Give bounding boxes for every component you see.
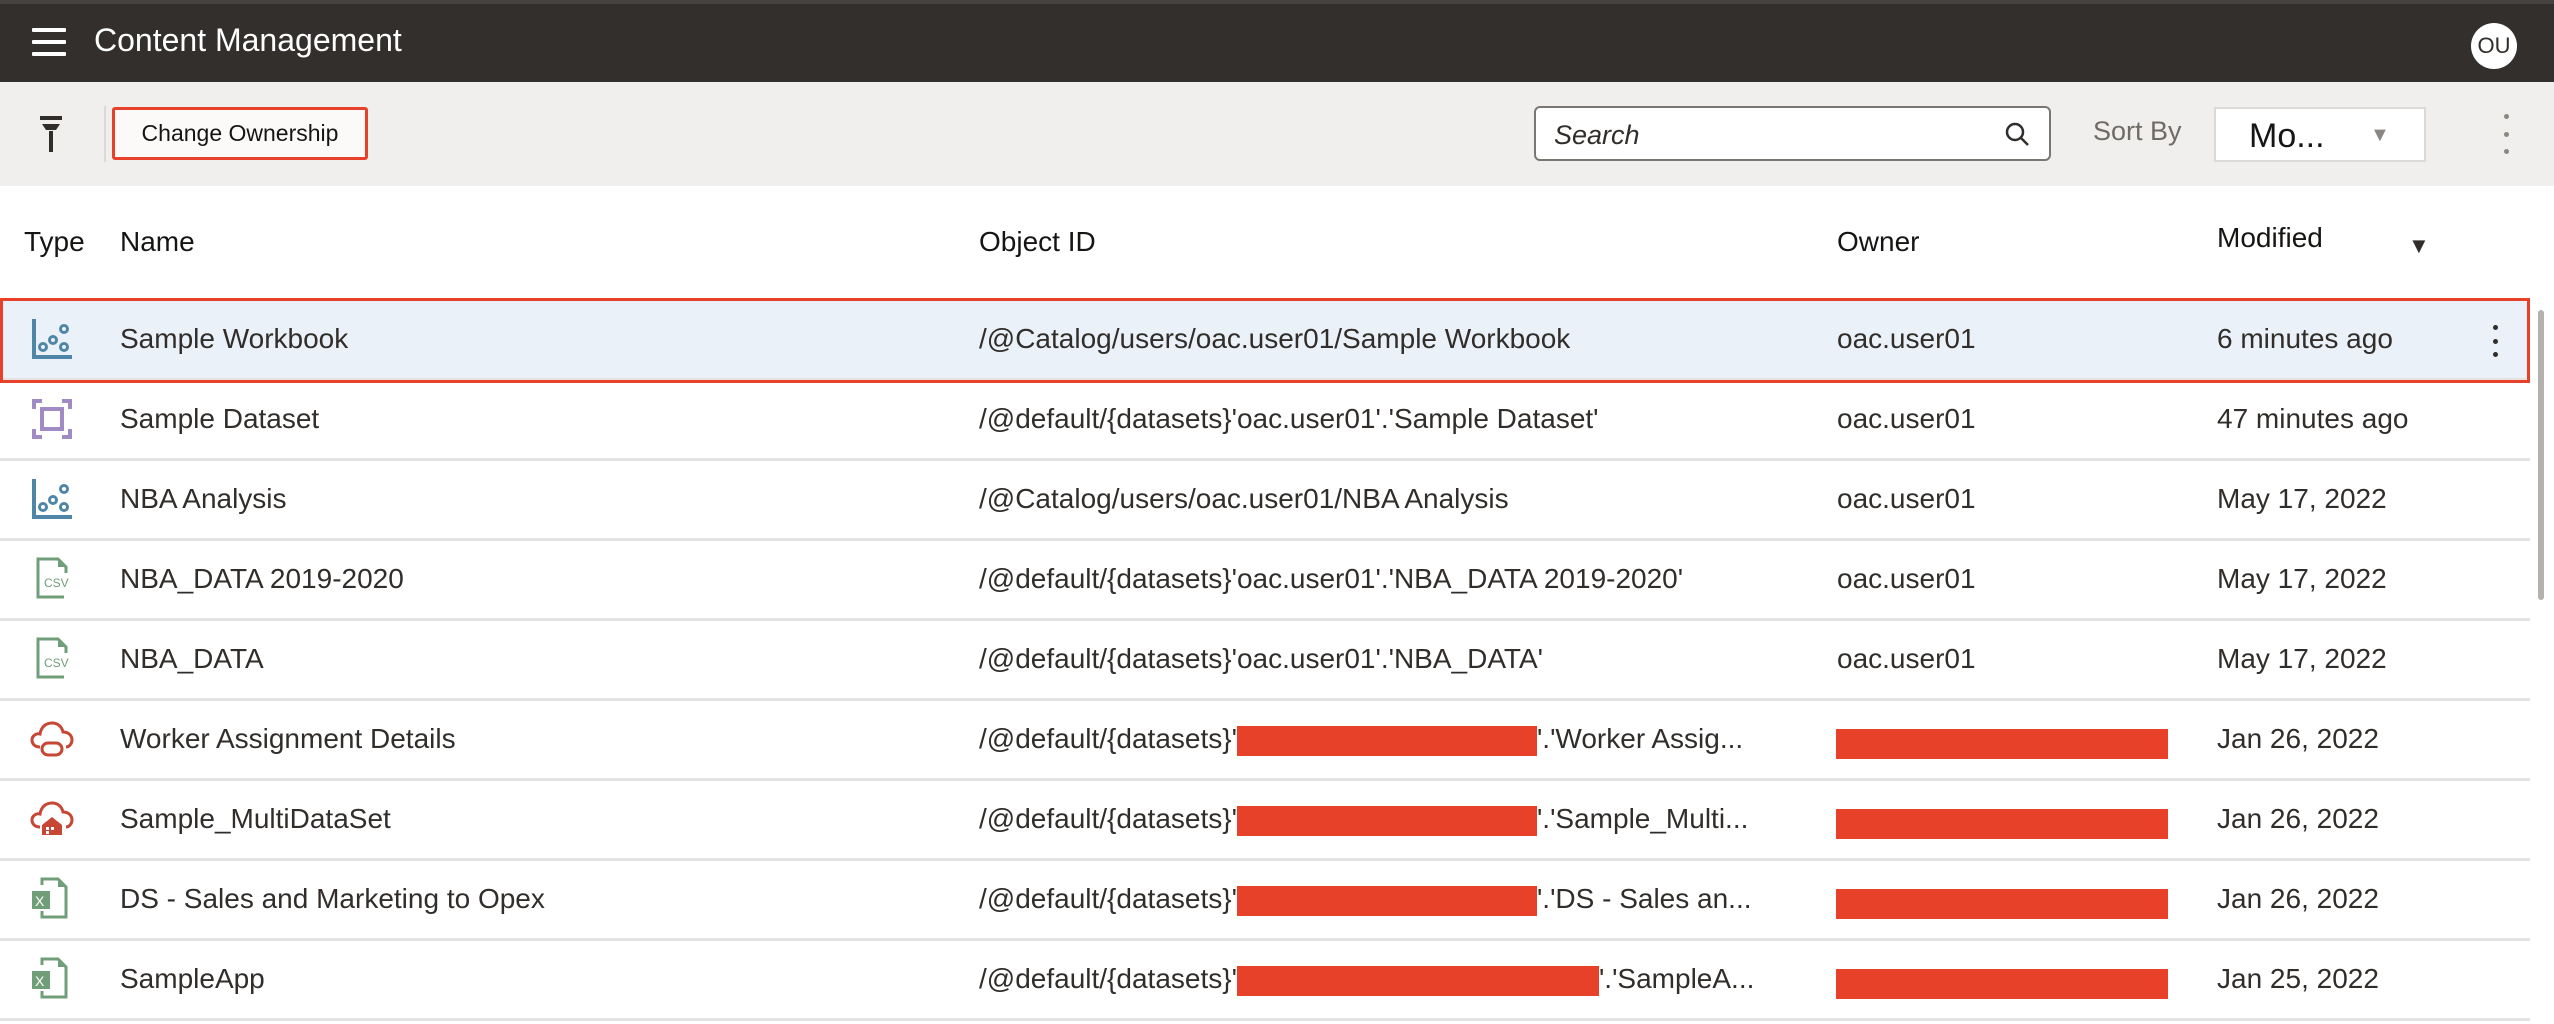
sort-descending-icon[interactable]: ▼ <box>2408 233 2430 259</box>
object-id-prefix: /@default/{datasets}' <box>979 883 1237 914</box>
object-id-prefix: /@default/{datasets}' <box>979 723 1237 754</box>
redaction-bar <box>1236 805 1537 836</box>
vertical-scrollbar[interactable] <box>2538 310 2544 600</box>
sort-by-value: Mo... <box>2249 117 2325 155</box>
page-title: Content Management <box>94 22 402 58</box>
svg-text:CSV: CSV <box>44 576 69 590</box>
hamburger-menu-icon[interactable] <box>32 28 66 56</box>
chevron-down-icon: ▼ <box>2370 124 2390 146</box>
table-row[interactable]: Worker Assignment Details /@default/{data… <box>0 701 2530 781</box>
table-row[interactable]: X DS - Sales and Marketing to Opex /@defau… <box>0 861 2530 941</box>
name-cell[interactable]: NBA Analysis <box>120 483 287 515</box>
object-id-cell: /@default/{datasets}'oac.user01'.'NBA_DA… <box>979 563 1684 594</box>
excel-file-icon: X <box>30 957 74 1001</box>
owner-cell <box>1836 726 2168 759</box>
object-id-suffix: '.'SampleA... <box>1598 963 1755 994</box>
redaction-bar <box>1836 888 2168 919</box>
column-header-object-id[interactable]: Object ID <box>979 226 1096 258</box>
redaction-bar <box>1836 968 2168 999</box>
redaction-bar <box>1236 725 1537 756</box>
dataset-icon <box>30 397 74 441</box>
modified-cell: 47 minutes ago <box>2217 403 2409 434</box>
modified-cell: Jan 26, 2022 <box>2217 803 2379 834</box>
modified-cell: Jan 26, 2022 <box>2217 723 2379 754</box>
redaction-bar <box>1836 808 2168 839</box>
owner-cell: oac.user01 <box>1837 403 1976 434</box>
csv-file-icon: CSV <box>30 637 74 681</box>
table-row[interactable]: Sample Dataset /@default/{datasets}'oac.u… <box>0 381 2530 461</box>
modified-cell: 6 minutes ago <box>2217 323 2393 354</box>
object-id-cell: /@Catalog/users/oac.user01/NBA Analysis <box>979 483 1509 514</box>
owner-cell: oac.user01 <box>1837 323 1976 354</box>
table-row[interactable]: CSV NBA_DATA /@default/{datasets}'oac.user… <box>0 621 2530 701</box>
column-header-owner[interactable]: Owner <box>1837 226 1919 258</box>
owner-cell <box>1836 806 2168 839</box>
object-id-cell: /@default/{datasets}' '.'Worker Assig... <box>979 723 1743 756</box>
redaction-bar <box>1236 885 1537 916</box>
object-id-cell: /@default/{datasets}' '.'DS - Sales an... <box>979 883 1752 916</box>
content-table: Sample Workbook /@Catalog/users/oac.user0… <box>0 301 2530 1021</box>
owner-cell: oac.user01 <box>1837 643 1976 674</box>
svg-text:X: X <box>35 893 45 909</box>
name-cell[interactable]: SampleApp <box>120 963 265 995</box>
object-id-cell: /@default/{datasets}'oac.user01'.'NBA_DA… <box>979 643 1543 674</box>
search-input[interactable] <box>1552 116 1986 154</box>
toolbar: Change Ownership Sort By Mo... ▼ <box>0 82 2554 186</box>
search-box[interactable] <box>1534 106 2051 161</box>
toolbar-divider <box>104 106 106 162</box>
name-cell[interactable]: NBA_DATA <box>120 643 264 675</box>
top-bar: Content Management OU <box>0 0 2554 82</box>
change-ownership-button[interactable]: Change Ownership <box>112 107 368 160</box>
object-id-suffix: '.'Worker Assig... <box>1536 723 1744 754</box>
user-avatar[interactable]: OU <box>2471 23 2517 69</box>
table-row[interactable]: Sample_MultiDataSet /@default/{datasets}'… <box>0 781 2530 861</box>
workbook-icon <box>30 317 74 361</box>
column-header-modified[interactable]: Modified <box>2217 222 2323 254</box>
column-header-type[interactable]: Type <box>24 226 85 258</box>
modified-cell: May 17, 2022 <box>2217 563 2387 594</box>
object-id-cell: /@default/{datasets}'oac.user01'.'Sample… <box>979 403 1599 434</box>
object-id-prefix: /@default/{datasets}' <box>979 963 1237 994</box>
svg-text:CSV: CSV <box>44 656 69 670</box>
name-cell[interactable]: NBA_DATA 2019-2020 <box>120 563 404 595</box>
redaction-bar <box>1836 728 2168 759</box>
object-id-suffix: '.'Sample_Multi... <box>1536 803 1749 834</box>
object-id-cell: /@default/{datasets}' '.'SampleA... <box>979 963 1754 996</box>
owner-cell: oac.user01 <box>1837 483 1976 514</box>
modified-cell: May 17, 2022 <box>2217 483 2387 514</box>
table-row[interactable]: X SampleApp /@default/{datasets}' '.'Sample… <box>0 941 2530 1021</box>
redaction-bar <box>1236 965 1599 996</box>
filter-icon[interactable] <box>40 116 62 152</box>
object-id-prefix: /@default/{datasets}' <box>979 803 1237 834</box>
object-id-suffix: '.'DS - Sales an... <box>1536 883 1752 914</box>
row-actions-icon[interactable] <box>2490 325 2500 357</box>
owner-cell: oac.user01 <box>1837 563 1976 594</box>
search-icon[interactable] <box>2003 120 2031 148</box>
table-row[interactable]: Sample Workbook /@Catalog/users/oac.user0… <box>0 301 2530 381</box>
object-id-cell: /@Catalog/users/oac.user01/Sample Workbo… <box>979 323 1571 354</box>
name-cell[interactable]: Sample Dataset <box>120 403 319 435</box>
name-cell[interactable]: Sample_MultiDataSet <box>120 803 391 835</box>
workbook-icon <box>30 477 74 521</box>
name-cell[interactable]: DS - Sales and Marketing to Opex <box>120 883 545 915</box>
svg-text:X: X <box>35 973 45 989</box>
csv-file-icon: CSV <box>30 557 74 601</box>
name-cell[interactable]: Worker Assignment Details <box>120 723 456 755</box>
cloud-warehouse-icon <box>30 797 74 841</box>
excel-file-icon: X <box>30 877 74 921</box>
modified-cell: May 17, 2022 <box>2217 643 2387 674</box>
name-cell[interactable]: Sample Workbook <box>120 323 348 355</box>
owner-cell <box>1836 886 2168 919</box>
owner-cell <box>1836 966 2168 999</box>
modified-cell: Jan 25, 2022 <box>2217 963 2379 994</box>
object-id-cell: /@default/{datasets}' '.'Sample_Multi... <box>979 803 1748 836</box>
cloud-database-icon <box>30 717 74 761</box>
modified-cell: Jan 26, 2022 <box>2217 883 2379 914</box>
column-header-name[interactable]: Name <box>120 226 195 258</box>
sort-by-select[interactable]: Mo... ▼ <box>2214 107 2426 162</box>
table-row[interactable]: CSV NBA_DATA 2019-2020 /@default/{datasets… <box>0 541 2530 621</box>
more-options-icon[interactable] <box>2496 114 2516 154</box>
sort-by-label: Sort By <box>2093 116 2182 146</box>
table-row[interactable]: NBA Analysis /@Catalog/users/oac.user01/N… <box>0 461 2530 541</box>
